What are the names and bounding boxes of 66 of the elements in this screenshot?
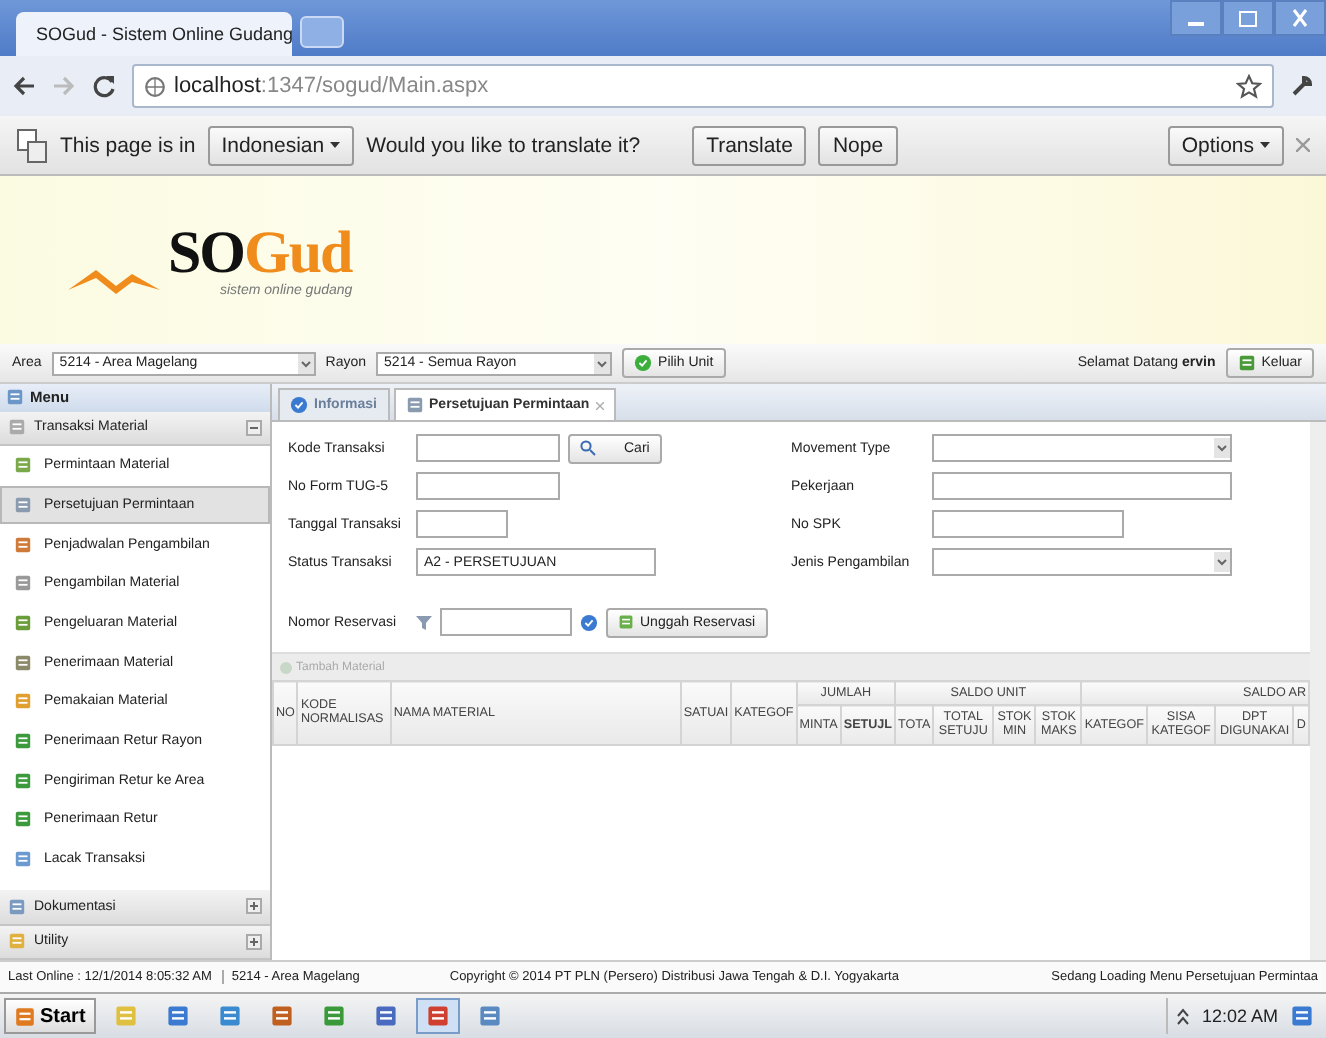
browser-tab[interactable]: SOGud - Sistem Online Gudang bbox=[16, 12, 292, 56]
back-icon[interactable] bbox=[12, 74, 36, 98]
select-field[interactable] bbox=[931, 434, 1231, 462]
close-icon[interactable] bbox=[595, 401, 604, 409]
document-icon bbox=[14, 692, 32, 711]
options-button[interactable]: Options bbox=[1167, 125, 1284, 165]
clock: 12:02 AM bbox=[1201, 1006, 1278, 1026]
expand-icon[interactable] bbox=[246, 933, 262, 950]
document-icon bbox=[14, 456, 32, 475]
translate-prompt: This page is in bbox=[60, 133, 196, 157]
document-icon bbox=[14, 810, 32, 829]
input-field[interactable] bbox=[931, 472, 1231, 500]
app-icon bbox=[165, 1004, 190, 1028]
caret-icon bbox=[297, 353, 314, 373]
filter-icon[interactable] bbox=[416, 614, 432, 630]
document-icon bbox=[405, 396, 424, 414]
taskbar-app-button[interactable] bbox=[415, 998, 460, 1034]
tray-icon[interactable] bbox=[1175, 1007, 1190, 1025]
app-icon bbox=[113, 1004, 138, 1028]
expand-icon[interactable] bbox=[246, 898, 262, 915]
address-bar[interactable]: localhost:1347/sogud/Main.aspx bbox=[132, 64, 1274, 108]
new-tab-button[interactable] bbox=[300, 16, 344, 48]
start-button[interactable]: Start bbox=[4, 998, 96, 1034]
document-icon bbox=[14, 731, 32, 750]
close-icon[interactable] bbox=[1296, 138, 1310, 152]
input-field[interactable] bbox=[931, 510, 1123, 538]
translate-button[interactable]: Translate bbox=[692, 125, 807, 165]
document-icon bbox=[14, 495, 32, 514]
minimize-icon[interactable] bbox=[1170, 0, 1222, 36]
document-icon bbox=[14, 849, 32, 868]
caret-icon bbox=[1260, 141, 1270, 149]
app-icon bbox=[477, 1004, 502, 1028]
forward-icon[interactable] bbox=[52, 74, 76, 98]
collapse-icon[interactable] bbox=[246, 419, 262, 436]
input-field[interactable] bbox=[416, 434, 560, 462]
input-field[interactable] bbox=[416, 510, 508, 538]
document-icon bbox=[14, 771, 32, 790]
close-icon[interactable] bbox=[1274, 0, 1326, 36]
document-icon bbox=[14, 574, 32, 593]
wrench-icon[interactable] bbox=[1290, 74, 1314, 98]
input-field[interactable] bbox=[416, 472, 560, 500]
search-icon bbox=[580, 440, 596, 456]
caret-icon bbox=[1213, 438, 1229, 458]
app-icon bbox=[269, 1004, 294, 1028]
url-text: localhost:1347/sogud/Main.aspx bbox=[174, 74, 489, 98]
app-icon bbox=[217, 1004, 242, 1028]
logo-text: SOGud bbox=[168, 223, 353, 283]
caret-icon bbox=[594, 353, 611, 373]
reload-icon[interactable] bbox=[92, 74, 116, 98]
document-icon bbox=[14, 613, 32, 632]
caret-icon bbox=[1213, 552, 1229, 572]
language-dropdown[interactable]: Indonesian bbox=[207, 125, 355, 165]
app-icon bbox=[321, 1004, 346, 1028]
input-field[interactable] bbox=[440, 608, 572, 636]
translate-button[interactable]: Nope bbox=[818, 125, 898, 165]
check-icon bbox=[634, 354, 653, 372]
document-icon bbox=[14, 653, 32, 672]
app-icon bbox=[373, 1004, 398, 1028]
app-icon bbox=[425, 1004, 450, 1028]
globe-icon bbox=[144, 75, 166, 97]
translate-question: Would you like to translate it? bbox=[366, 133, 641, 157]
select-field[interactable] bbox=[931, 548, 1231, 576]
caret-icon bbox=[330, 141, 341, 149]
restore-icon[interactable] bbox=[1222, 0, 1274, 36]
document-icon bbox=[14, 535, 32, 554]
star-icon[interactable] bbox=[1236, 73, 1262, 99]
